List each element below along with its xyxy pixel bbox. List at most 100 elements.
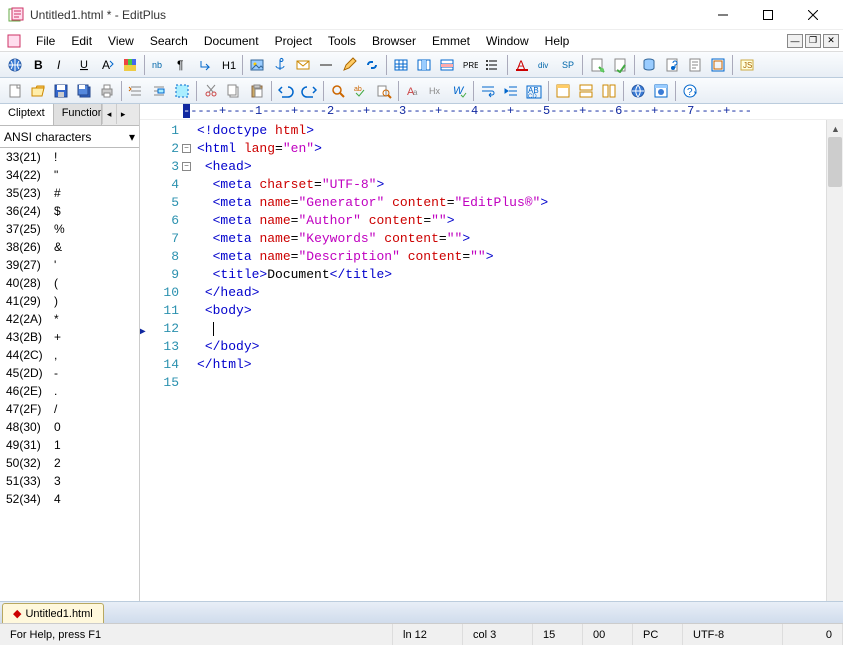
code-line[interactable]: <html lang="en"> <box>197 140 843 158</box>
cliptext-list[interactable]: 33(21)!34(22)"35(23)#36(24)$37(25)%38(26… <box>0 148 139 601</box>
menu-browser[interactable]: Browser <box>364 32 424 50</box>
scroll-up-button[interactable]: ▲ <box>827 120 843 137</box>
hr-button[interactable] <box>315 54 337 76</box>
create-button[interactable] <box>586 54 608 76</box>
cliptext-item[interactable]: 48(30)0 <box>0 418 139 436</box>
cliptext-item[interactable]: 43(2B)+ <box>0 328 139 346</box>
fold-toggle[interactable]: − <box>182 162 191 171</box>
list-button[interactable] <box>482 54 504 76</box>
menu-search[interactable]: Search <box>142 32 196 50</box>
nbsp-button[interactable]: nb <box>148 54 170 76</box>
new-button[interactable] <box>4 80 26 102</box>
edit-button[interactable] <box>338 54 360 76</box>
code-editor[interactable]: <!doctype html><html lang="en"> <head> <… <box>197 120 843 601</box>
sp-button[interactable]: SP <box>557 54 579 76</box>
menu-window[interactable]: Window <box>478 32 537 50</box>
code-line[interactable] <box>197 320 843 338</box>
italic-button[interactable]: I <box>50 54 72 76</box>
cliptext-item[interactable]: 35(23)# <box>0 184 139 202</box>
scroll-thumb[interactable] <box>828 137 842 187</box>
note-button[interactable] <box>661 54 683 76</box>
cut-button[interactable] <box>200 80 222 102</box>
child-close-button[interactable]: ✕ <box>823 34 839 48</box>
code-line[interactable]: <meta name="Generator" content="EditPlus… <box>197 194 843 212</box>
cliptext-item[interactable]: 37(25)% <box>0 220 139 238</box>
win2-button[interactable] <box>575 80 597 102</box>
code-line[interactable]: <head> <box>197 158 843 176</box>
para-button[interactable]: ¶ <box>171 54 193 76</box>
cliptext-item[interactable]: 47(2F)/ <box>0 400 139 418</box>
text-button[interactable] <box>684 54 706 76</box>
menu-document[interactable]: Document <box>196 32 267 50</box>
underline-button[interactable]: U <box>73 54 95 76</box>
code-line[interactable]: <meta name="Keywords" content=""> <box>197 230 843 248</box>
pre-button[interactable]: PRE <box>459 54 481 76</box>
code-line[interactable]: <meta charset="UTF-8"> <box>197 176 843 194</box>
anchor-button[interactable] <box>269 54 291 76</box>
replace-button[interactable]: ab <box>350 80 372 102</box>
menu-view[interactable]: View <box>100 32 142 50</box>
code-line[interactable]: <body> <box>197 302 843 320</box>
menu-help[interactable]: Help <box>537 32 578 50</box>
redo-button[interactable] <box>298 80 320 102</box>
menu-file[interactable]: File <box>28 32 63 50</box>
cliptext-item[interactable]: 41(29)) <box>0 292 139 310</box>
menu-tools[interactable]: Tools <box>320 32 364 50</box>
cliptext-item[interactable]: 50(32)2 <box>0 454 139 472</box>
td-ins-button[interactable] <box>413 54 435 76</box>
print-button[interactable] <box>96 80 118 102</box>
find-files-button[interactable] <box>373 80 395 102</box>
tab-functions[interactable]: Functions <box>54 104 102 125</box>
menu-project[interactable]: Project <box>267 32 320 50</box>
apply-button[interactable] <box>609 54 631 76</box>
copy-button[interactable] <box>223 80 245 102</box>
cliptext-item[interactable]: 39(27)' <box>0 256 139 274</box>
cliptext-item[interactable]: 42(2A)* <box>0 310 139 328</box>
css-button[interactable]: A <box>511 54 533 76</box>
div-button[interactable]: div <box>534 54 556 76</box>
minimize-button[interactable] <box>700 1 745 29</box>
paste-button[interactable] <box>246 80 268 102</box>
win3-button[interactable] <box>598 80 620 102</box>
mark-button[interactable]: ABCD <box>523 80 545 102</box>
tab-scroll-left-button[interactable]: ◂ <box>102 104 116 124</box>
undo-button[interactable] <box>275 80 297 102</box>
indent-button[interactable] <box>500 80 522 102</box>
help-button[interactable]: ? <box>679 80 701 102</box>
maximize-button[interactable] <box>745 1 790 29</box>
wrap-button[interactable] <box>477 80 499 102</box>
cliptext-item[interactable]: 51(33)3 <box>0 472 139 490</box>
script-button[interactable]: JS <box>736 54 758 76</box>
image-button[interactable] <box>246 54 268 76</box>
break-button[interactable] <box>194 54 216 76</box>
font-button[interactable]: A <box>96 54 118 76</box>
cliptext-item[interactable]: 40(28)( <box>0 274 139 292</box>
cliptext-item[interactable]: 49(31)1 <box>0 436 139 454</box>
heading-button[interactable]: H1 <box>217 54 239 76</box>
browser-button[interactable] <box>627 80 649 102</box>
menu-emmet[interactable]: Emmet <box>424 32 478 50</box>
td-del-button[interactable] <box>436 54 458 76</box>
chain-button[interactable] <box>361 54 383 76</box>
vertical-scrollbar[interactable]: ▲ <box>826 120 843 601</box>
fold-toggle[interactable]: − <box>182 144 191 153</box>
table-button[interactable] <box>390 54 412 76</box>
tab-cliptext[interactable]: Cliptext <box>0 104 54 125</box>
child-restore-button[interactable]: ❐ <box>805 34 821 48</box>
spell-button[interactable]: W <box>448 80 470 102</box>
code-line[interactable]: <meta name="Description" content=""> <box>197 248 843 266</box>
code-line[interactable]: <meta name="Author" content=""> <box>197 212 843 230</box>
sel-all-button[interactable] <box>171 80 193 102</box>
search-button[interactable] <box>327 80 349 102</box>
web-button[interactable] <box>650 80 672 102</box>
cliptext-item[interactable]: 36(24)$ <box>0 202 139 220</box>
cliptext-category-select[interactable]: ANSI characters ▾ <box>0 126 139 148</box>
cliptext-item[interactable]: 38(26)& <box>0 238 139 256</box>
frame-button[interactable] <box>707 54 729 76</box>
bold-button[interactable]: B <box>27 54 49 76</box>
cliptext-item[interactable]: 45(2D)- <box>0 364 139 382</box>
case-button[interactable]: Hx <box>425 80 447 102</box>
code-line[interactable]: </body> <box>197 338 843 356</box>
cliptext-item[interactable]: 34(22)" <box>0 166 139 184</box>
code-line[interactable] <box>197 374 843 392</box>
